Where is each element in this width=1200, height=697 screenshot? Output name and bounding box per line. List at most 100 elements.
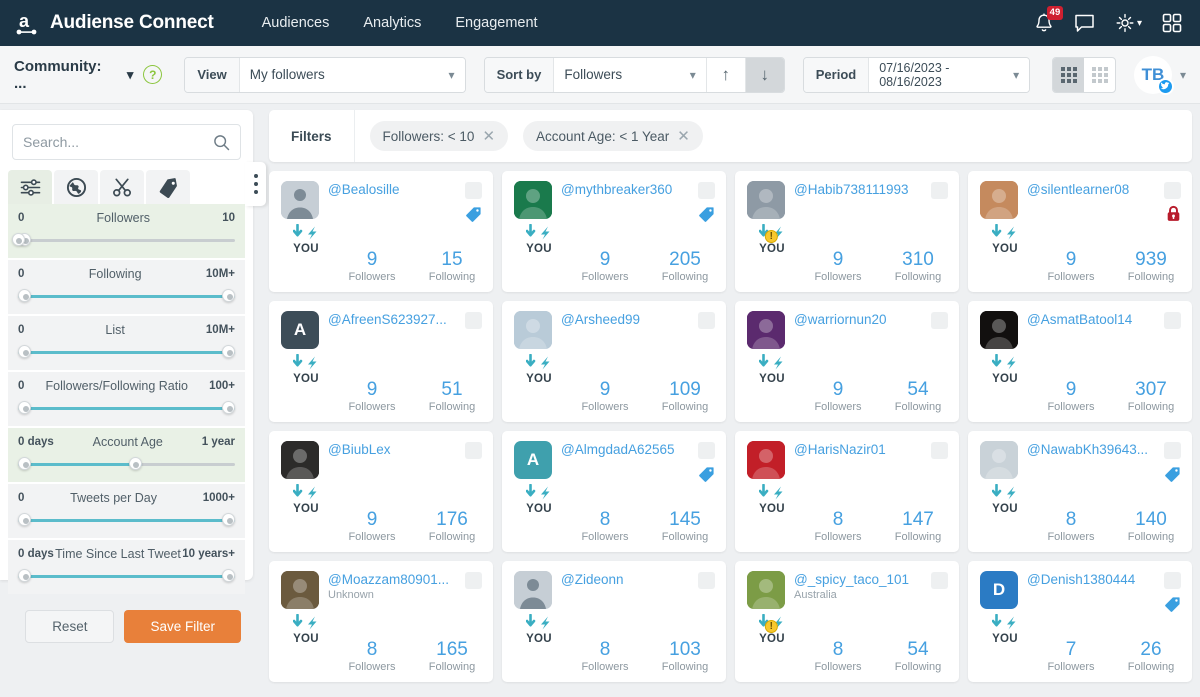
user-avatar[interactable]: A: [281, 311, 319, 349]
user-handle-link[interactable]: @Denish1380444: [1027, 572, 1177, 587]
search-box[interactable]: [12, 124, 241, 160]
range-slider[interactable]: [18, 345, 235, 359]
user-card[interactable]: @mythbreaker360 YOU 9 Followers 205 Following: [502, 171, 726, 292]
select-user-checkbox[interactable]: [698, 312, 715, 329]
range-slider[interactable]: [18, 457, 235, 471]
user-avatar[interactable]: [980, 181, 1018, 219]
slider-knob-max[interactable]: [222, 569, 235, 582]
user-card[interactable]: @Arsheed99 YOU 9 Followers 109 Following: [502, 301, 726, 422]
chevron-down-icon[interactable]: ▾: [1180, 68, 1186, 82]
grid-view-large-button[interactable]: [1084, 58, 1115, 92]
range-slider[interactable]: [11, 233, 235, 247]
user-handle-link[interactable]: @mythbreaker360: [561, 182, 711, 197]
tab-tags[interactable]: [146, 170, 190, 204]
select-user-checkbox[interactable]: [698, 572, 715, 589]
select-user-checkbox[interactable]: [931, 572, 948, 589]
user-card[interactable]: @BiubLex YOU 9 Followers 176 Following: [269, 431, 493, 552]
range-slider[interactable]: [18, 401, 235, 415]
sort-ascending-button[interactable]: ↑: [705, 57, 745, 92]
tab-geography[interactable]: [54, 170, 98, 204]
user-avatar[interactable]: [281, 571, 319, 609]
view-select[interactable]: My followers ▾: [239, 57, 465, 92]
user-card[interactable]: @Habib738111993! YOU 9 Followers 310 Followin…: [735, 171, 959, 292]
tag-icon[interactable]: [1164, 466, 1181, 488]
user-handle-link[interactable]: @AfreenS623927...: [328, 312, 478, 327]
slider-knob-min[interactable]: [18, 289, 31, 302]
user-card[interactable]: @_spicy_taco_101 Australia! YOU 8 Followers 5…: [735, 561, 959, 682]
select-user-checkbox[interactable]: [931, 442, 948, 459]
user-avatar[interactable]: [980, 441, 1018, 479]
user-avatar[interactable]: [514, 311, 552, 349]
apps-grid-icon[interactable]: [1162, 13, 1182, 33]
user-handle-link[interactable]: @NawabKh39643...: [1027, 442, 1177, 457]
tag-icon[interactable]: [465, 206, 482, 228]
search-input[interactable]: [23, 134, 207, 150]
close-icon[interactable]: ✕: [482, 127, 495, 145]
user-card[interactable]: D @Denish1380444 YOU 7 Followers 26 Following: [968, 561, 1192, 682]
filter-chip-followers[interactable]: Followers: < 10 ✕: [369, 121, 509, 151]
user-card[interactable]: A @AfreenS623927... YOU 9 Followers 51 Followi…: [269, 301, 493, 422]
user-avatar[interactable]: [281, 181, 319, 219]
user-card[interactable]: @AsmatBatool14 YOU 9 Followers 307 Following: [968, 301, 1192, 422]
help-icon[interactable]: ?: [143, 65, 163, 84]
user-avatar[interactable]: [747, 181, 785, 219]
slider-knob-max[interactable]: [11, 233, 25, 246]
slider-knob-min[interactable]: [18, 457, 31, 470]
select-user-checkbox[interactable]: [1164, 182, 1181, 199]
select-user-checkbox[interactable]: [465, 442, 482, 459]
select-user-checkbox[interactable]: [698, 442, 715, 459]
user-handle-link[interactable]: @HarisNazir01: [794, 442, 944, 457]
user-handle-link[interactable]: @silentlearner08: [1027, 182, 1177, 197]
user-avatar[interactable]: [281, 441, 319, 479]
slider-knob-min[interactable]: [18, 401, 31, 414]
filter-chip-account-age[interactable]: Account Age: < 1 Year ✕: [523, 121, 703, 151]
user-handle-link[interactable]: @BiubLex: [328, 442, 478, 457]
select-user-checkbox[interactable]: [465, 312, 482, 329]
gear-icon[interactable]: ▾: [1115, 13, 1142, 33]
slider-knob-max[interactable]: [222, 513, 235, 526]
tag-icon[interactable]: [698, 206, 715, 228]
user-handle-link[interactable]: @warriornun20: [794, 312, 944, 327]
user-avatar[interactable]: [747, 571, 785, 609]
select-user-checkbox[interactable]: [931, 182, 948, 199]
user-card[interactable]: @Zideonn YOU 8 Followers 103 Following: [502, 561, 726, 682]
nav-link-engagement[interactable]: Engagement: [455, 15, 537, 31]
select-user-checkbox[interactable]: [1164, 312, 1181, 329]
range-slider[interactable]: [18, 289, 235, 303]
tab-segments[interactable]: [100, 170, 144, 204]
slider-knob-min[interactable]: [18, 569, 31, 582]
user-handle-link[interactable]: @Arsheed99: [561, 312, 711, 327]
tag-icon[interactable]: [1164, 596, 1181, 618]
grid-view-compact-button[interactable]: [1053, 57, 1085, 92]
user-avatar[interactable]: [747, 441, 785, 479]
range-slider[interactable]: [18, 569, 235, 583]
tag-icon[interactable]: [698, 466, 715, 488]
user-avatar[interactable]: TB: [1133, 55, 1174, 95]
range-slider[interactable]: [18, 513, 235, 527]
slider-knob-max[interactable]: [222, 345, 235, 358]
audiense-logo-icon[interactable]: a: [14, 9, 40, 37]
user-handle-link[interactable]: @_spicy_taco_101: [794, 572, 944, 587]
sort-descending-button[interactable]: ↓: [744, 57, 784, 92]
user-avatar[interactable]: D: [980, 571, 1018, 609]
user-avatar[interactable]: [514, 181, 552, 219]
tab-sliders[interactable]: [8, 170, 52, 204]
slider-knob-min[interactable]: [18, 345, 31, 358]
community-selector[interactable]: Community: ... ▾: [14, 58, 133, 92]
select-user-checkbox[interactable]: [465, 572, 482, 589]
user-card[interactable]: @warriornun20 YOU 9 Followers 54 Following: [735, 301, 959, 422]
select-user-checkbox[interactable]: [1164, 442, 1181, 459]
sidebar-drag-handle[interactable]: [245, 162, 266, 206]
user-handle-link[interactable]: @Bealosille: [328, 182, 478, 197]
user-card[interactable]: A @AlmgdadA62565 YOU 8 Followers 145 Following: [502, 431, 726, 552]
slider-knob-min[interactable]: [18, 513, 31, 526]
user-handle-link[interactable]: @Habib738111993: [794, 182, 944, 197]
user-handle-link[interactable]: @AsmatBatool14: [1027, 312, 1177, 327]
slider-knob-max[interactable]: [222, 401, 235, 414]
reset-button[interactable]: Reset: [25, 610, 115, 643]
user-card[interactable]: @NawabKh39643... YOU 8 Followers 140 Followin…: [968, 431, 1192, 552]
select-user-checkbox[interactable]: [1164, 572, 1181, 589]
close-icon[interactable]: ✕: [677, 127, 690, 145]
sort-select[interactable]: Followers ▾: [554, 57, 706, 92]
user-handle-link[interactable]: @Zideonn: [561, 572, 711, 587]
